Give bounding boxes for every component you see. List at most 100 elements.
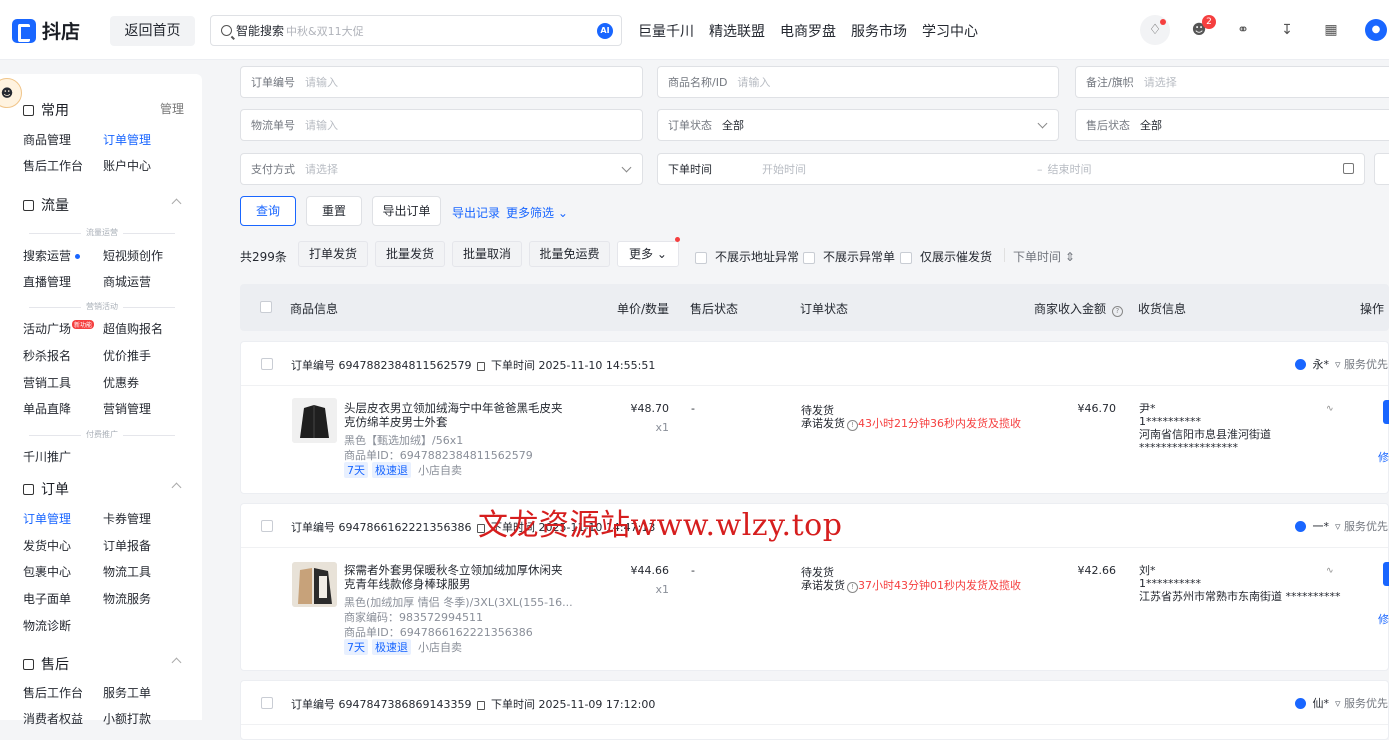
sidebar-item-ship-center[interactable]: 发货中心 <box>23 537 71 554</box>
product-field[interactable]: 商品名称/ID 请输入 <box>657 66 1059 98</box>
more-button[interactable]: 更多 ⌄ <box>617 237 680 267</box>
product-title[interactable]: 头层皮衣男立领加绒海宁中年爸爸黑毛皮夹克仿绵羊皮男士外套 <box>344 401 569 429</box>
sidebar-item-video[interactable]: 短视频创作 <box>103 247 163 264</box>
export-button[interactable]: 导出订单 <box>372 196 441 226</box>
aftersale-status-select[interactable]: 售后状态 全部 <box>1075 109 1389 141</box>
modify-link[interactable]: 修 <box>1378 449 1389 465</box>
collapse-icon[interactable] <box>171 198 182 209</box>
eye-icon[interactable]: ∿ <box>1326 566 1334 576</box>
sidebar-item-qianchuan[interactable]: 千川推广 <box>23 448 71 465</box>
only-urge-checkbox[interactable]: 仅展示催发货 <box>900 248 992 265</box>
sidebar-item-logistics-service[interactable]: 物流服务 <box>103 590 151 607</box>
topnav-item-learning[interactable]: 学习中心 <box>922 21 978 41</box>
sidebar-item-account[interactable]: 账户中心 <box>103 157 151 174</box>
export-log-link[interactable]: 导出记录 <box>452 204 500 221</box>
sidebar-item-mall[interactable]: 商城运营 <box>103 273 151 290</box>
product-thumbnail[interactable] <box>292 562 337 607</box>
sidebar-item-order-shortcut[interactable]: 订单管理 <box>103 131 151 148</box>
back-home-button[interactable]: 返回首页 <box>110 16 195 46</box>
sidebar-group-order[interactable]: 订单 <box>23 479 69 499</box>
sidebar-item-marketing-tools[interactable]: 营销工具 <box>23 374 71 391</box>
sidebar-item-waybill[interactable]: 电子面单 <box>23 590 71 607</box>
sidebar-item-search-ops[interactable]: 搜索运营 <box>23 247 81 264</box>
sidebar-item-aftersale-desk2[interactable]: 售后工作台 <box>23 684 83 701</box>
eye-icon[interactable]: ∿ <box>1326 404 1334 414</box>
search-input[interactable]: 智能搜索 中秋&双11大促 AI <box>210 15 622 46</box>
sidebar-item-flash[interactable]: 秒杀报名 <box>23 347 71 364</box>
headset-icon[interactable]: ⚭ <box>1228 15 1258 45</box>
order-time-range[interactable]: 下单时间 开始时间 – 结束时间 <box>657 153 1365 185</box>
sidebar-item-aftersale-desk[interactable]: 售后工作台 <box>23 157 83 174</box>
hide-address-exception-checkbox[interactable]: 不展示地址异常 <box>695 248 799 265</box>
logo[interactable]: 抖店 <box>12 17 80 44</box>
sidebar: ☻ 常用 管理 商品管理 订单管理 售后工作台 账户中心 流量 流量运营 搜索运… <box>0 74 202 726</box>
collapse-icon[interactable] <box>171 657 182 668</box>
order-status-select[interactable]: 订单状态 全部 <box>657 109 1059 141</box>
more-filter-link[interactable]: 更多筛选 ⌄ <box>506 204 568 221</box>
order-no-field[interactable]: 订单编号 请输入 <box>240 66 643 98</box>
sidebar-group-traffic[interactable]: 流量 <box>23 195 69 215</box>
topnav-item-qianchuan[interactable]: 巨量千川 <box>638 21 694 41</box>
batch-free-ship-button[interactable]: 批量免运费 <box>529 241 610 267</box>
sidebar-item-product[interactable]: 商品管理 <box>23 131 71 148</box>
buyer-info[interactable]: 一* ▿ 服务优先 <box>1295 518 1388 534</box>
sort-by-time[interactable]: 下单时间 ⇕ <box>1013 248 1075 265</box>
sidebar-item-consumer[interactable]: 消费者权益 <box>23 710 83 727</box>
copy-icon[interactable] <box>477 700 486 710</box>
users-icon[interactable]: ☻ 2 <box>1184 15 1216 45</box>
mascot-icon[interactable]: ☻ <box>0 78 22 108</box>
buyer-info[interactable]: 永* ▿ 服务优先 <box>1295 356 1388 372</box>
sidebar-item-order-manage[interactable]: 订单管理 <box>23 510 71 527</box>
sidebar-item-package[interactable]: 包裹中心 <box>23 563 71 580</box>
sidebar-item-logistics-tools[interactable]: 物流工具 <box>103 563 151 580</box>
extra-field[interactable] <box>1374 153 1389 185</box>
order-checkbox[interactable] <box>261 358 273 370</box>
ai-icon[interactable]: AI <box>597 23 613 39</box>
product-title[interactable]: 探需者外套男保暖秋冬立领加绒加厚休闲夹克青年线款修身棒球服男 <box>344 563 569 591</box>
sidebar-item-pusher[interactable]: 优价推手 <box>103 347 151 364</box>
sidebar-item-marketing-manage[interactable]: 营销管理 <box>103 400 151 417</box>
product-thumbnail[interactable] <box>292 398 337 443</box>
payment-select[interactable]: 支付方式 请选择 <box>240 153 643 185</box>
sidebar-item-payout[interactable]: 小额打款 <box>103 710 151 727</box>
sidebar-item-value[interactable]: 超值购报名 <box>103 320 163 337</box>
sidebar-group-aftersale[interactable]: 售后 <box>23 654 69 674</box>
remark-select[interactable]: 备注/旗帜 请选择 <box>1075 66 1389 98</box>
sidebar-item-report[interactable]: 订单报备 <box>103 537 151 554</box>
manage-link[interactable]: 管理 <box>160 100 184 117</box>
bell-icon[interactable]: ♢ <box>1140 15 1170 45</box>
sidebar-item-activity[interactable]: 活动广场 新功能 <box>23 320 95 337</box>
sidebar-item-live[interactable]: 直播管理 <box>23 273 71 290</box>
collapse-icon[interactable] <box>171 482 182 493</box>
query-button[interactable]: 查询 <box>240 196 296 226</box>
copy-icon[interactable] <box>477 361 486 371</box>
sidebar-item-logistics-diag[interactable]: 物流诊断 <box>23 617 71 634</box>
batch-ship-button[interactable]: 批量发货 <box>375 241 445 267</box>
batch-cancel-button[interactable]: 批量取消 <box>452 241 522 267</box>
ship-button[interactable] <box>1383 400 1389 424</box>
print-ship-button[interactable]: 打单发货 <box>298 241 368 267</box>
order-checkbox[interactable] <box>261 520 273 532</box>
buyer-info[interactable]: 仙* ▿ 服务优先 <box>1295 695 1388 711</box>
topnav-item-alliance[interactable]: 精选联盟 <box>709 21 765 41</box>
reset-button[interactable]: 重置 <box>306 196 362 226</box>
logistics-no-field[interactable]: 物流单号 请输入 <box>240 109 643 141</box>
sidebar-item-card[interactable]: 卡券管理 <box>103 510 151 527</box>
chat-icon <box>1295 520 1307 532</box>
sidebar-item-discount[interactable]: 单品直降 <box>23 400 71 417</box>
ship-button[interactable] <box>1383 562 1389 586</box>
gift-icon[interactable]: ▦ <box>1316 15 1346 45</box>
hide-exception-checkbox[interactable]: 不展示异常单 <box>803 248 895 265</box>
sidebar-group-common[interactable]: 常用 <box>23 100 69 120</box>
sidebar-item-ticket[interactable]: 服务工单 <box>103 684 151 701</box>
select-all-checkbox[interactable] <box>260 301 272 313</box>
download-icon[interactable]: ↧ <box>1272 15 1302 45</box>
user-avatar[interactable]: ● <box>1365 19 1387 41</box>
ship-promise: 承诺发货! 43小时21分钟36秒内发货及揽收 <box>801 417 1021 431</box>
topnav-item-market[interactable]: 服务市场 <box>851 21 907 41</box>
order-checkbox[interactable] <box>261 697 273 709</box>
total-count: 共299条 <box>240 250 287 264</box>
topnav-item-compass[interactable]: 电商罗盘 <box>780 21 836 41</box>
sidebar-item-coupon[interactable]: 优惠券 <box>103 374 139 391</box>
modify-link[interactable]: 修 <box>1378 611 1389 627</box>
